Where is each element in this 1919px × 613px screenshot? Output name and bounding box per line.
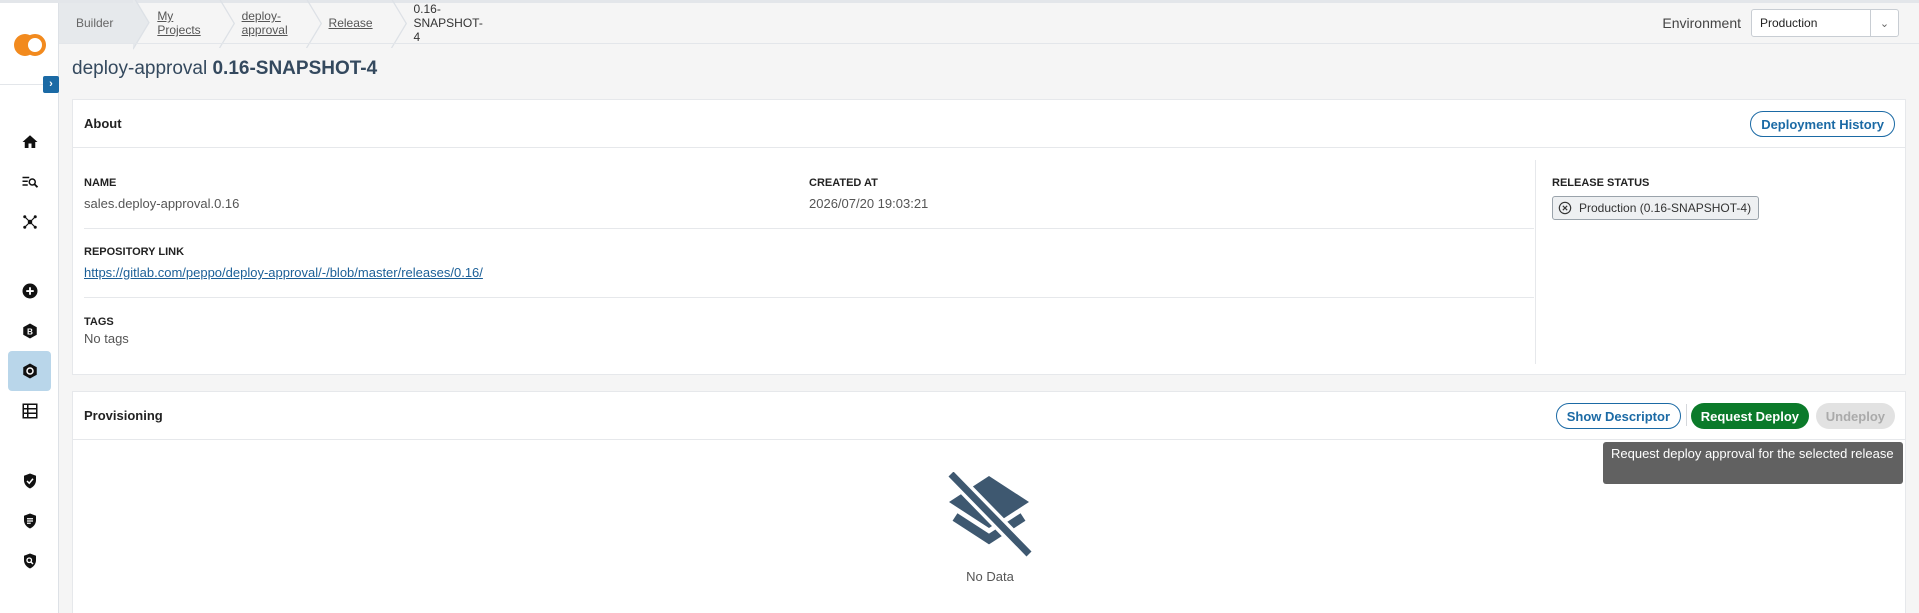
hexagon-icon xyxy=(22,363,37,379)
page-title-version: 0.16-SNAPSHOT-4 xyxy=(212,58,378,79)
app-logo[interactable] xyxy=(14,34,46,56)
about-divider xyxy=(84,228,1534,229)
release-status-chip[interactable]: Production (0.16-SNAPSHOT-4) xyxy=(1552,196,1760,220)
no-data-icon xyxy=(945,472,1035,557)
page-title-name: deploy-approval xyxy=(72,58,208,79)
about-card: About Deployment History NAME sales.depl… xyxy=(72,99,1906,375)
about-title: About xyxy=(84,116,122,131)
sidebar-item-table[interactable] xyxy=(8,391,51,431)
home-icon xyxy=(22,135,37,148)
breadcrumb-separator xyxy=(218,0,235,49)
sidebar-item-graph[interactable] xyxy=(8,202,51,242)
created-at-label: CREATED AT xyxy=(809,177,878,189)
breadcrumb-my-projects[interactable]: My Projects xyxy=(157,3,200,43)
show-descriptor-button[interactable]: Show Descriptor xyxy=(1555,403,1681,429)
table-icon xyxy=(22,403,37,419)
breadcrumb-deploy-approval[interactable]: deploy-approval xyxy=(242,3,288,43)
about-header: About Deployment History xyxy=(73,100,1905,148)
created-at-value: 2026/07/20 19:03:21 xyxy=(809,196,929,211)
sidebar-item-shield[interactable] xyxy=(8,461,51,501)
about-divider xyxy=(84,297,1534,298)
add-circle-icon xyxy=(22,283,37,299)
release-status-label: RELEASE STATUS xyxy=(1552,177,1650,189)
provisioning-title: Provisioning xyxy=(84,408,163,423)
name-label: NAME xyxy=(84,177,117,189)
chevron-down-icon[interactable]: ⌄ xyxy=(1870,10,1898,36)
request-deploy-tooltip: Request deploy approval for the selected… xyxy=(1603,442,1903,484)
environment-selector: Environment Production ⌄ xyxy=(1662,9,1899,37)
sidebar-item-releases[interactable] xyxy=(8,351,51,391)
environment-value: Production xyxy=(1760,16,1818,30)
sidebar-item-shield-list[interactable] xyxy=(8,501,51,541)
expand-sidebar-button[interactable]: › xyxy=(43,76,59,93)
shield-list-icon xyxy=(23,513,36,529)
sidebar-item-home[interactable] xyxy=(8,122,51,162)
sidebar-item-shield-search[interactable] xyxy=(8,541,51,581)
page-title: deploy-approval 0.16-SNAPSHOT-4 xyxy=(72,58,377,80)
about-vertical-divider xyxy=(1535,160,1536,364)
repository-link-label: REPOSITORY LINK xyxy=(84,246,185,258)
shield-check-icon xyxy=(23,473,36,489)
sidebar-item-add[interactable] xyxy=(8,271,51,311)
breadcrumb-release[interactable]: Release xyxy=(329,3,373,43)
tags-label: TAGS xyxy=(84,316,114,328)
deployment-history-button[interactable]: Deployment History xyxy=(1750,111,1895,137)
button-divider xyxy=(1686,404,1687,426)
svg-text:B: B xyxy=(27,327,33,336)
repository-link[interactable]: https://gitlab.com/peppo/deploy-approval… xyxy=(84,265,483,280)
release-status-text: Production (0.16-SNAPSHOT-4) xyxy=(1579,201,1752,215)
request-deploy-button[interactable]: Request Deploy xyxy=(1690,403,1809,429)
no-data-text: No Data xyxy=(966,569,1014,584)
sidebar: › B xyxy=(0,3,59,613)
environment-label: Environment xyxy=(1662,15,1741,31)
environment-select[interactable]: Production ⌄ xyxy=(1751,9,1899,37)
breadcrumb-separator xyxy=(390,0,407,49)
sidebar-item-search[interactable] xyxy=(8,162,51,202)
provisioning-header: Provisioning Show Descriptor Request Dep… xyxy=(73,392,1905,440)
breadcrumb-current: 0.16-SNAPSHOT-4 xyxy=(413,2,483,44)
header-divider xyxy=(59,43,1919,44)
sidebar-item-b[interactable]: B xyxy=(8,311,51,351)
undeploy-button: Undeploy xyxy=(1815,403,1895,429)
b-badge-icon: B xyxy=(22,323,37,339)
breadcrumb-builder[interactable]: Builder xyxy=(59,3,134,43)
graph-icon xyxy=(22,215,37,229)
breadcrumb: Builder My Projects deploy-approval Rele… xyxy=(59,0,483,50)
search-list-icon xyxy=(22,176,38,188)
shield-search-icon xyxy=(23,553,36,569)
name-value: sales.deploy-approval.0.16 xyxy=(84,196,240,211)
breadcrumb-separator xyxy=(305,0,322,49)
close-circle-icon[interactable] xyxy=(1558,201,1572,215)
tags-value: No tags xyxy=(84,331,129,346)
